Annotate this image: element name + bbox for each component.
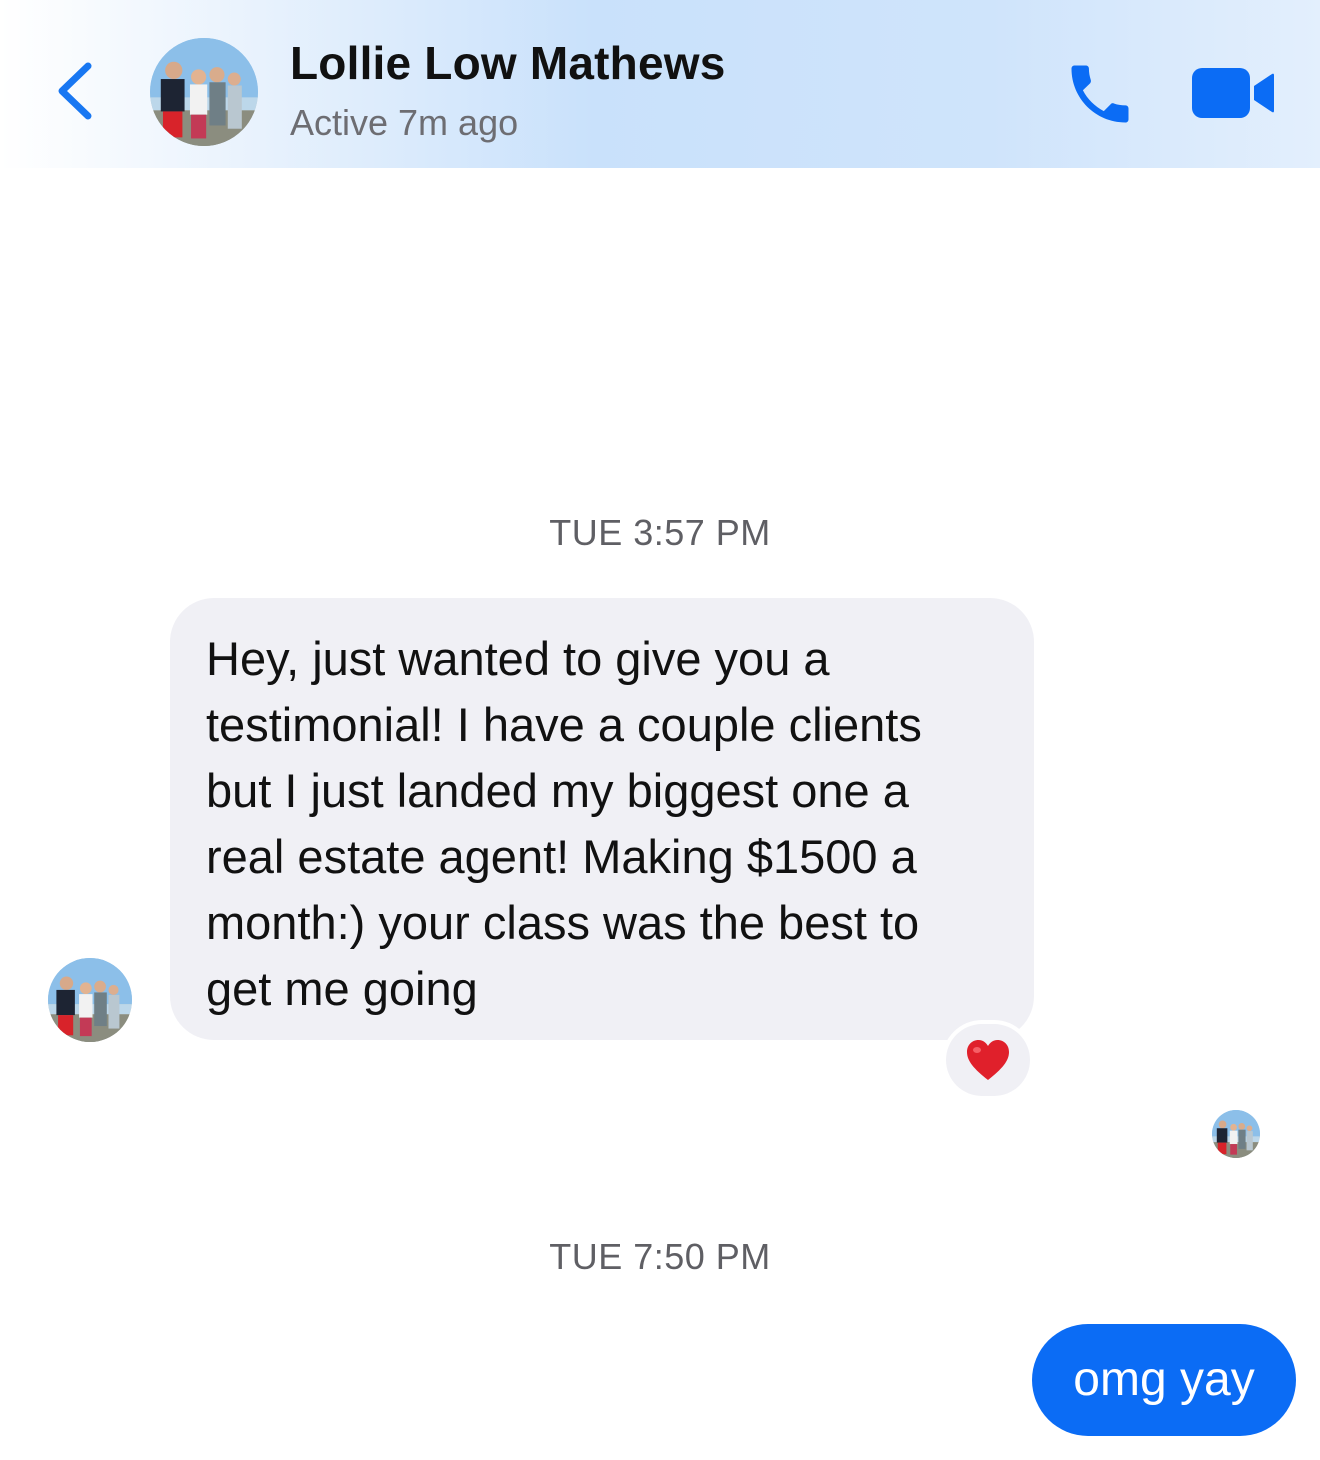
active-status: Active 7m ago bbox=[290, 102, 519, 143]
group-photo-icon bbox=[150, 38, 258, 146]
contact-avatar[interactable] bbox=[150, 38, 258, 146]
phone-icon bbox=[1071, 65, 1129, 123]
read-receipt-avatar bbox=[1212, 1110, 1260, 1158]
message-line: month:) your class was the best to bbox=[206, 896, 920, 949]
incoming-message-bubble[interactable]: Hey, just wanted to give you a testimoni… bbox=[170, 598, 1034, 1040]
video-call-button[interactable] bbox=[1190, 64, 1276, 122]
sender-avatar[interactable] bbox=[48, 958, 132, 1042]
heart-reaction[interactable] bbox=[946, 1024, 1030, 1096]
audio-call-button[interactable] bbox=[1062, 56, 1138, 132]
back-button[interactable] bbox=[48, 56, 104, 126]
red-heart-icon bbox=[967, 1040, 1009, 1080]
message-line: Hey, just wanted to give you a bbox=[206, 632, 830, 685]
message-line: get me going bbox=[206, 962, 478, 1015]
message-line: real estate agent! Making $1500 a bbox=[206, 830, 917, 883]
message-line: testimonial! I have a couple clients bbox=[206, 698, 922, 751]
conversation-header: Lollie Low Mathews Active 7m ago bbox=[0, 0, 1320, 168]
message-line: but I just landed my biggest one a bbox=[206, 764, 909, 817]
group-photo-icon bbox=[48, 958, 132, 1042]
message-timestamp: TUE 7:50 PM bbox=[549, 1236, 771, 1277]
contact-name[interactable]: Lollie Low Mathews bbox=[290, 36, 726, 90]
message-timestamp: TUE 3:57 PM bbox=[549, 512, 771, 553]
outgoing-message-bubble[interactable]: omg yay bbox=[1032, 1324, 1296, 1436]
chevron-left-icon bbox=[58, 62, 92, 120]
group-photo-icon bbox=[1212, 1110, 1260, 1158]
video-camera-icon bbox=[1192, 68, 1274, 118]
